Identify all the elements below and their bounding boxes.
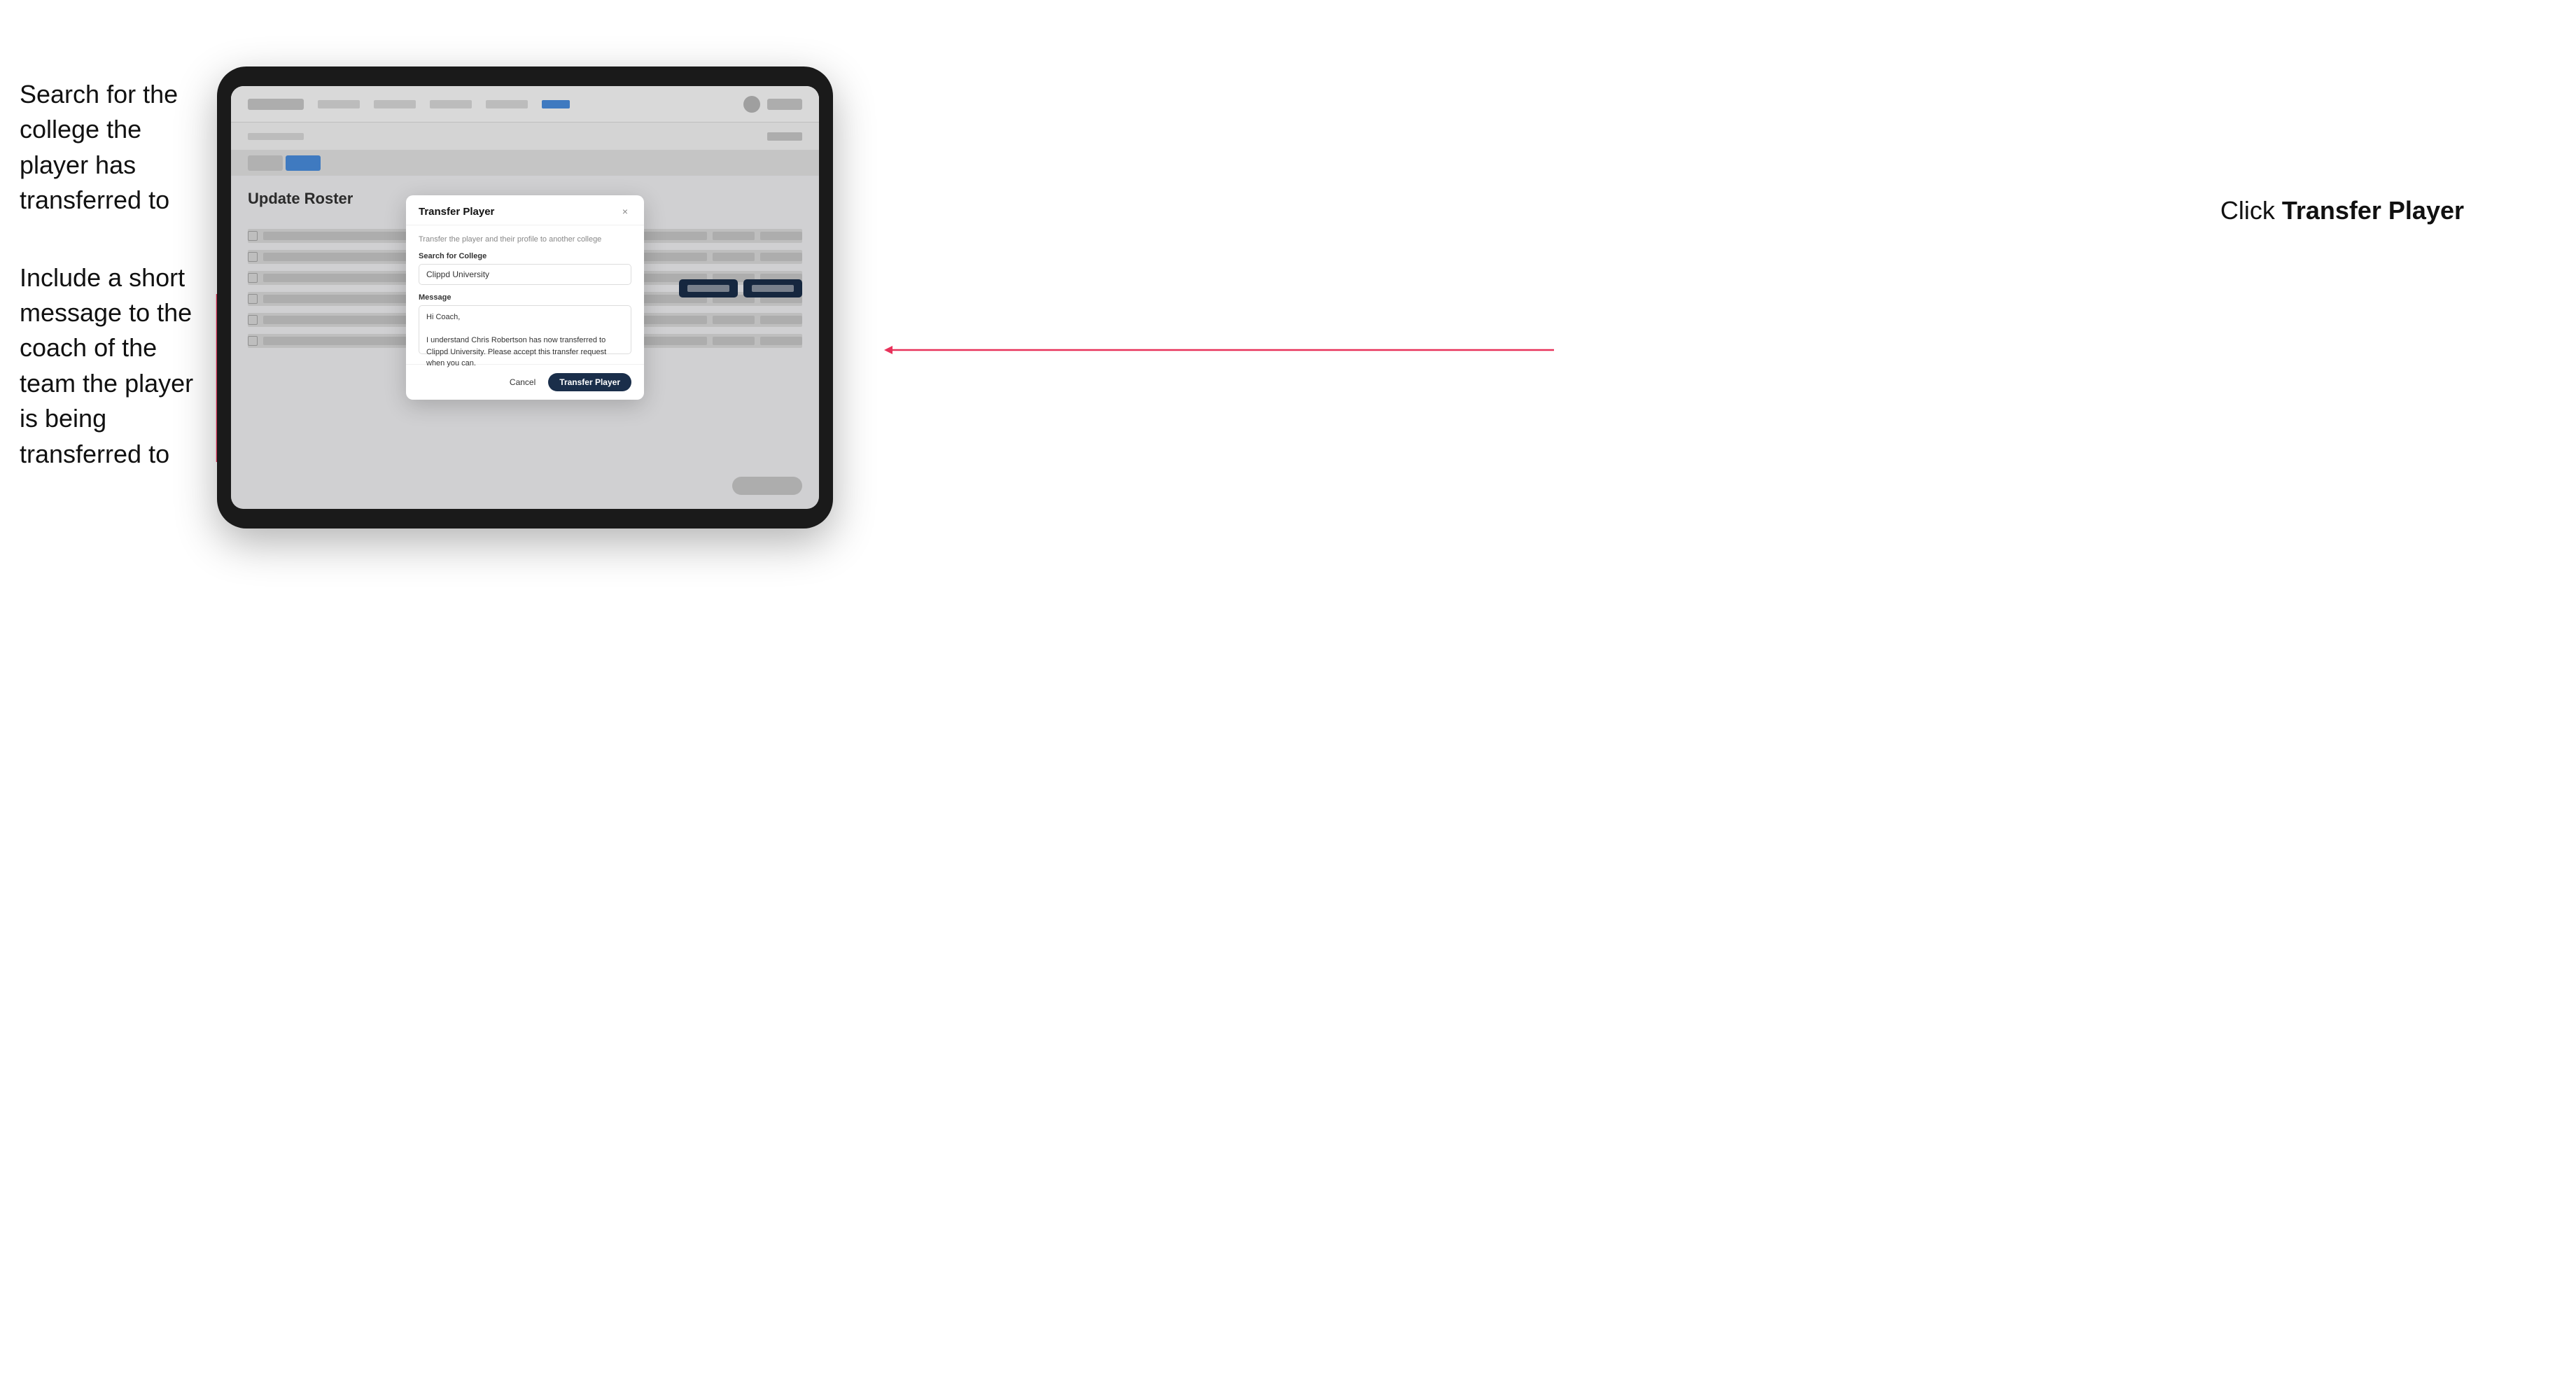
modal-overlay: Transfer Player × Transfer the player an… (231, 86, 819, 509)
annotation-text-2: Include a short message to the coach of … (20, 260, 209, 472)
college-label: Search for College (419, 252, 631, 260)
tablet-device: Update Roster (217, 66, 833, 528)
tablet-screen: Update Roster (231, 86, 819, 509)
annotation-left: Search for the college the player has tr… (20, 77, 209, 472)
annotation-right-prefix: Click (2220, 196, 2282, 225)
modal-title: Transfer Player (419, 206, 494, 218)
transfer-player-button[interactable]: Transfer Player (548, 373, 631, 391)
annotation-text-1: Search for the college the player has tr… (20, 77, 209, 218)
modal-header: Transfer Player × (406, 195, 644, 225)
message-label: Message (419, 293, 631, 302)
annotation-right: Click Transfer Player (2220, 196, 2464, 225)
college-input[interactable]: Clippd University (419, 264, 631, 285)
modal-close-button[interactable]: × (619, 205, 631, 218)
cancel-button[interactable]: Cancel (504, 374, 541, 390)
modal-footer: Cancel Transfer Player (406, 364, 644, 400)
modal-description: Transfer the player and their profile to… (419, 235, 631, 244)
annotation-right-bold: Transfer Player (2282, 196, 2464, 225)
transfer-player-modal: Transfer Player × Transfer the player an… (406, 195, 644, 400)
message-textarea[interactable]: Hi Coach,I understand Chris Robertson ha… (419, 305, 631, 354)
modal-body: Transfer the player and their profile to… (406, 225, 644, 364)
